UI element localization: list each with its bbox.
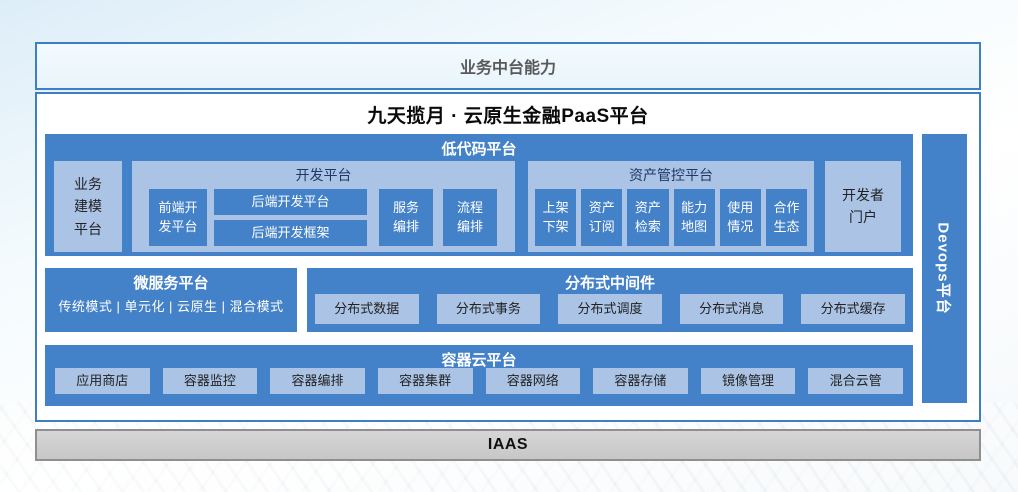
microservice-modes: 传统模式 | 单元化 | 云原生 | 混合模式: [45, 296, 297, 315]
section-microservice-platform: 微服务平台 传统模式 | 单元化 | 云原生 | 混合模式: [45, 268, 297, 332]
box-distributed-message: 分布式消息: [680, 294, 784, 324]
box-container-storage: 容器存储: [593, 368, 688, 394]
box-cooperation-ecosystem: 合作 生态: [766, 189, 807, 246]
box-service-orchestration: 服务 编排: [379, 189, 433, 246]
paas-platform-panel: 九天揽月 · 云原生金融PaaS平台 低代码平台 业务 建模 平台 开发平台 前…: [35, 92, 981, 422]
section-container-cloud-platform: 容器云平台 应用商店 容器监控 容器编排 容器集群 容器网络 容器存储 镜像管理…: [45, 345, 913, 406]
container-title: 容器云平台: [45, 345, 913, 370]
box-container-network: 容器网络: [486, 368, 581, 394]
section-lowcode-platform: 低代码平台 业务 建模 平台 开发平台 前端开 发平台 后端开发平台 后端开发框…: [45, 134, 913, 256]
container-items-row: 应用商店 容器监控 容器编排 容器集群 容器网络 容器存储 镜像管理 混合云管: [55, 368, 903, 394]
middleware-title: 分布式中间件: [307, 268, 913, 293]
box-app-store: 应用商店: [55, 368, 150, 394]
lowcode-title: 低代码平台: [45, 134, 913, 159]
section-devops-platform: Devops平台: [922, 134, 967, 403]
microservice-title: 微服务平台: [45, 268, 297, 293]
box-frontend-dev-platform: 前端开 发平台: [149, 189, 207, 246]
group-asset-control-platform: 资产管控平台 上架 下架 资产 订阅 资产 检索 能力 地图 使用 情况 合作 …: [528, 161, 814, 252]
devops-label: Devops平台: [934, 222, 955, 314]
iaas-bar: IAAS: [35, 429, 981, 461]
box-backend-dev-framework: 后端开发框架: [214, 220, 367, 246]
middleware-items-row: 分布式数据 分布式事务 分布式调度 分布式消息 分布式缓存: [315, 294, 905, 324]
iaas-label: IAAS: [488, 436, 528, 454]
box-usage-status: 使用 情况: [720, 189, 761, 246]
box-container-cluster: 容器集群: [378, 368, 473, 394]
box-distributed-transaction: 分布式事务: [437, 294, 541, 324]
platform-title: 九天揽月 · 云原生金融PaaS平台: [37, 101, 979, 128]
dev-platform-title: 开发平台: [132, 161, 515, 185]
box-distributed-scheduling: 分布式调度: [558, 294, 662, 324]
box-distributed-data: 分布式数据: [315, 294, 419, 324]
box-hybrid-cloud-management: 混合云管: [808, 368, 903, 394]
banner-label: 业务中台能力: [460, 54, 556, 78]
box-backend-dev-platform: 后端开发平台: [214, 189, 367, 215]
box-capability-map: 能力 地图: [674, 189, 715, 246]
box-container-orchestration: 容器编排: [270, 368, 365, 394]
box-asset-search: 资产 检索: [627, 189, 668, 246]
box-distributed-cache: 分布式缓存: [801, 294, 905, 324]
asset-items-row: 上架 下架 资产 订阅 资产 检索 能力 地图 使用 情况 合作 生态: [535, 189, 807, 246]
box-container-monitoring: 容器监控: [163, 368, 258, 394]
backend-stack: 后端开发平台 后端开发框架: [214, 189, 367, 246]
section-distributed-middleware: 分布式中间件 分布式数据 分布式事务 分布式调度 分布式消息 分布式缓存: [307, 268, 913, 332]
business-midplatform-banner: 业务中台能力: [35, 42, 981, 90]
box-business-modeling-platform: 业务 建模 平台: [54, 161, 122, 252]
asset-platform-title: 资产管控平台: [528, 161, 814, 185]
group-development-platform: 开发平台 前端开 发平台 后端开发平台 后端开发框架 服务 编排 流程 编排: [132, 161, 515, 252]
box-process-orchestration: 流程 编排: [443, 189, 497, 246]
architecture-diagram: 业务中台能力 九天揽月 · 云原生金融PaaS平台 低代码平台 业务 建模 平台…: [0, 0, 1018, 492]
box-image-management: 镜像管理: [701, 368, 796, 394]
box-asset-subscription: 资产 订阅: [581, 189, 622, 246]
box-asset-onoff-shelf: 上架 下架: [535, 189, 576, 246]
box-developer-portal: 开发者 门户: [825, 161, 901, 252]
